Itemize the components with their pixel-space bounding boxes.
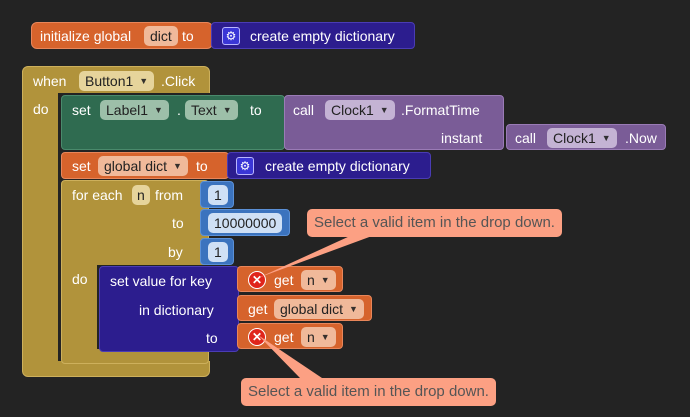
gear-icon[interactable]: ⚙ [236,157,254,175]
set-value-to-label: to [206,330,218,346]
when-label: when [33,73,67,89]
create-empty-dictionary-block[interactable]: ⚙ create empty dictionary [211,22,415,49]
to-label: to [172,215,184,231]
error-icon[interactable]: ✕ [248,328,266,346]
clock1-now-component-dropdown[interactable]: Clock1 ▼ [547,128,617,148]
from-number-block[interactable]: 1 [200,181,234,208]
chevron-down-icon: ▼ [601,133,611,143]
gear-icon[interactable]: ⚙ [222,27,240,45]
chevron-down-icon: ▼ [320,332,330,342]
get-n-value-block[interactable]: ✕ get n ▼ [237,323,343,349]
call-label: call [515,130,537,146]
set-label: set [72,102,91,118]
formattime-method-label: .FormatTime [401,102,480,118]
by-number-field[interactable]: 1 [208,242,228,262]
to-number-field[interactable]: 10000000 [208,213,283,233]
chevron-down-icon: ▼ [222,105,232,115]
get-label: get [248,301,268,317]
loop-do-label: do [72,271,88,287]
chevron-down-icon: ▼ [349,304,358,314]
clock-now-block[interactable]: call Clock1 ▼ .Now [506,124,666,150]
chevron-down-icon: ▼ [154,105,163,115]
set-label: set [72,158,91,174]
create-empty-dictionary-label: create empty dictionary [265,158,410,174]
create-empty-dictionary-label: create empty dictionary [250,28,395,44]
get-n-dropdown[interactable]: n ▼ [301,327,336,347]
clock-formattime-block[interactable]: call Clock1 ▼ .FormatTime instant [284,95,504,150]
initialize-global-block[interactable]: initialize global dict to [31,22,213,49]
get-global-dict-block[interactable]: get global dict ▼ [237,295,372,321]
in-dictionary-label: in dictionary [139,302,214,318]
call-label: call [293,102,315,118]
label1-label: Label1 [106,102,149,118]
get-n-var-label: n [307,272,315,288]
loop-var-field[interactable]: n [132,185,150,205]
chevron-down-icon: ▼ [379,105,389,115]
set-value-for-key-block[interactable]: set value for key in dictionary to [99,266,239,352]
get-global-dict-var-label: global dict [280,301,344,317]
get-n-key-block[interactable]: ✕ get n ▼ [237,266,343,292]
clock1-label: Clock1 [331,102,374,118]
global-dict-label: global dict [104,158,168,174]
initialize-global-label: initialize global [40,28,132,44]
chevron-down-icon: ▼ [139,76,149,86]
error-icon[interactable]: ✕ [248,271,266,289]
text-property-dropdown[interactable]: Text ▼ [185,100,238,120]
dot-label: . [177,102,181,118]
set-label-text-block[interactable]: set Label1 ▼ . Text ▼ to [61,95,285,150]
chevron-down-icon: ▼ [320,275,330,285]
set-to-label: to [250,102,262,118]
global-dict-dropdown[interactable]: global dict ▼ [98,156,188,176]
create-empty-dictionary-block[interactable]: ⚙ create empty dictionary [227,152,431,179]
to-number-block[interactable]: 10000000 [200,209,290,236]
bottom-warning-bubble: Select a valid item in the drop down. [241,378,496,406]
get-n-var-label: n [307,329,315,345]
button1-component-dropdown[interactable]: Button1 ▼ [79,71,155,91]
get-label: get [274,329,294,345]
clock1-component-dropdown[interactable]: Clock1 ▼ [325,100,395,120]
set-global-dict-block[interactable]: set global dict ▼ to [61,152,229,179]
from-number-field[interactable]: 1 [208,185,228,205]
click-event-label: .Click [161,73,196,89]
text-property-label: Text [191,102,217,118]
instant-label: instant [441,130,483,146]
from-label: from [155,187,183,203]
button1-label: Button1 [85,73,134,89]
for-each-label: for each [72,187,123,203]
chevron-down-icon: ▼ [173,161,182,171]
get-label: get [274,272,294,288]
label1-component-dropdown[interactable]: Label1 ▼ [100,100,169,120]
set-to-label: to [196,158,208,174]
by-label: by [168,244,183,260]
get-global-dict-dropdown[interactable]: global dict ▼ [274,299,364,319]
global-var-name-field[interactable]: dict [144,26,178,46]
clock1-label: Clock1 [553,130,596,146]
get-n-dropdown[interactable]: n ▼ [301,270,336,290]
initialize-to-label: to [182,28,194,44]
top-warning-bubble: Select a valid item in the drop down. [307,209,562,237]
event-do-label: do [33,101,49,117]
now-method-label: .Now [625,130,657,146]
by-number-block[interactable]: 1 [200,238,234,265]
set-value-for-key-label: set value for key [110,273,212,289]
